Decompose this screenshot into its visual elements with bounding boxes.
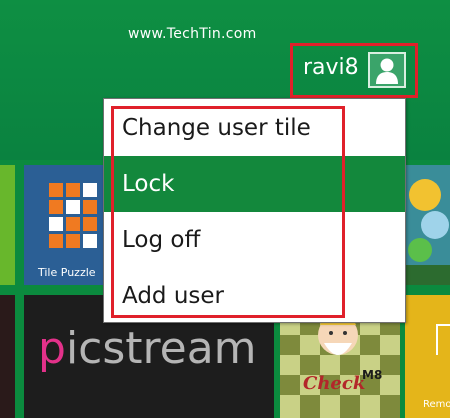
menu-item-log-off[interactable]: Log off	[104, 212, 405, 268]
app-tile-game[interactable]	[405, 165, 450, 285]
username-label[interactable]: ravi8	[303, 55, 359, 80]
tile-puzzle-label: Tile Puzzle	[38, 266, 96, 279]
remote-tile-label: Remo	[423, 399, 450, 410]
check-label: Check	[303, 373, 366, 394]
menu-item-change-user-tile[interactable]: Change user tile	[104, 100, 405, 156]
remote-tile[interactable]: Remo	[405, 295, 450, 418]
user-avatar[interactable]	[368, 52, 406, 88]
menu-item-lock[interactable]: Lock	[104, 156, 405, 212]
tile-puzzle-icon	[49, 183, 97, 248]
remote-desktop-icon	[436, 324, 450, 360]
user-icon	[376, 58, 398, 84]
app-tile-green[interactable]	[0, 165, 15, 285]
watermark-text: www.TechTin.com	[128, 26, 257, 42]
game-art-icon	[405, 165, 450, 285]
picstream-logo: picstream	[38, 323, 257, 374]
account-menu: Change user tile Lock Log off Add user	[103, 98, 406, 323]
menu-item-add-user[interactable]: Add user	[104, 268, 405, 324]
m8-label: M8	[362, 368, 383, 382]
tile-puzzle-tile[interactable]: Tile Puzzle	[24, 165, 104, 285]
app-tile-dark[interactable]	[0, 295, 15, 418]
